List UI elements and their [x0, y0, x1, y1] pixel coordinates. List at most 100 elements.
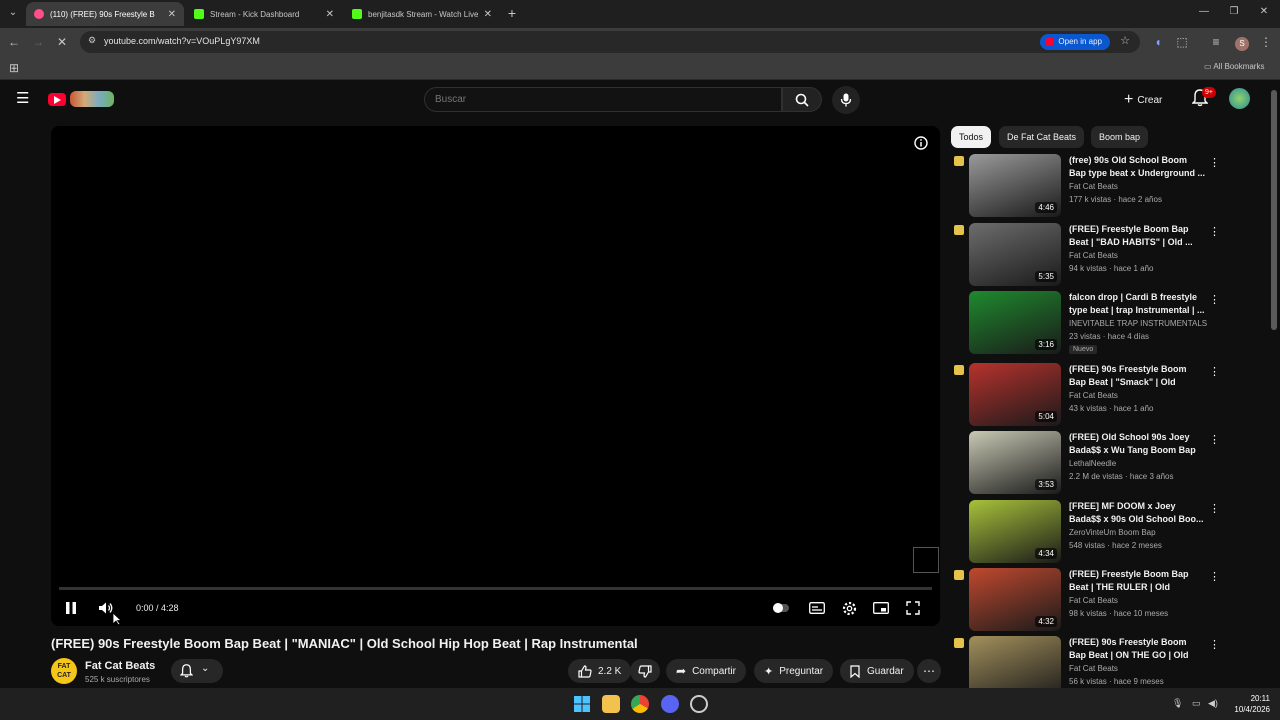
back-icon[interactable]: ←: [6, 34, 22, 50]
network-icon[interactable]: ▭: [1192, 698, 1201, 709]
system-clock[interactable]: 20:11 10/4/2026: [1234, 693, 1270, 715]
search-button[interactable]: [782, 87, 822, 112]
save-button[interactable]: Guardar: [840, 659, 914, 683]
video-thumbnail[interactable]: 5:04: [969, 363, 1061, 426]
browser-tab-kick-stream[interactable]: benjitasdk Stream - Watch Live ✕: [344, 2, 500, 26]
minimize-icon[interactable]: —: [1196, 6, 1212, 17]
recommendation-item[interactable]: 4:32 (FREE) Freestyle Boom Bap Beat | THE…: [951, 568, 1221, 632]
open-in-app-button[interactable]: Open in app: [1040, 34, 1110, 50]
speaker-tray-icon[interactable]: ◀): [1208, 698, 1218, 709]
progress-bar[interactable]: [59, 587, 932, 590]
settings-button[interactable]: [839, 598, 859, 618]
recommendation-title[interactable]: (FREE) Freestyle Boom Bap Beat | "BAD HA…: [1069, 223, 1205, 249]
microphone-tray-icon[interactable]: 🎙: [1172, 698, 1183, 709]
recommendation-channel[interactable]: ZeroVinteUm Boom Bap: [1069, 528, 1156, 537]
all-bookmarks-button[interactable]: ▭ All Bookmarks: [1204, 62, 1264, 71]
youtube-doodle-logo[interactable]: [48, 91, 114, 107]
close-window-icon[interactable]: ✕: [1256, 6, 1272, 17]
recommendation-title[interactable]: (FREE) Freestyle Boom Bap Beat | THE RUL…: [1069, 568, 1205, 594]
video-player[interactable]: 0:00 / 4:28: [51, 126, 940, 626]
channel-name[interactable]: Fat Cat Beats: [85, 660, 155, 672]
create-button[interactable]: + Crear: [1124, 89, 1162, 111]
discord-icon[interactable]: [661, 695, 679, 713]
recommendation-channel[interactable]: Fat Cat Beats: [1069, 596, 1118, 605]
recommendation-channel[interactable]: Fat Cat Beats: [1069, 182, 1118, 191]
bookmark-star-icon[interactable]: ☆: [1120, 34, 1130, 47]
recommendation-title[interactable]: (free) 90s Old School Boom Bap type beat…: [1069, 154, 1205, 180]
miniplayer-button[interactable]: [871, 598, 891, 618]
url-text[interactable]: youtube.com/watch?v=VOuPLgY97XM: [104, 36, 260, 46]
close-tab-icon[interactable]: ✕: [168, 9, 176, 20]
chip-todos[interactable]: Todos: [951, 126, 992, 148]
close-tab-icon[interactable]: ✕: [326, 9, 334, 20]
dislike-button[interactable]: [630, 659, 660, 683]
extensions-puzzle-icon[interactable]: ⬚: [1174, 34, 1190, 50]
close-tab-icon[interactable]: ✕: [484, 9, 492, 20]
more-vert-icon[interactable]: ⋮: [1209, 638, 1220, 651]
account-avatar[interactable]: [1229, 88, 1250, 109]
recommendation-channel[interactable]: INEVITABLE TRAP INSTRUMENTALS: [1069, 319, 1207, 328]
recommendation-item[interactable]: 5:04 (FREE) 90s Freestyle Boom Bap Beat |…: [951, 363, 1221, 427]
more-vert-icon[interactable]: ⋮: [1209, 225, 1220, 238]
apps-grid-icon[interactable]: ⊞: [6, 60, 22, 76]
obs-icon[interactable]: [690, 695, 708, 713]
restore-icon[interactable]: ❐: [1226, 6, 1242, 17]
recommendation-title[interactable]: [FREE] MF DOOM x Joey Bada$$ x 90s Old S…: [1069, 500, 1205, 526]
subscription-notifications-button[interactable]: ⌄: [171, 659, 223, 683]
chrome-icon[interactable]: [631, 695, 649, 713]
page-scrollbar[interactable]: [1271, 90, 1277, 330]
recommendation-channel[interactable]: LethalNeedle: [1069, 459, 1116, 468]
more-vert-icon[interactable]: ⋮: [1209, 502, 1220, 515]
more-actions-button[interactable]: ⋯: [917, 659, 941, 683]
forward-icon[interactable]: →: [30, 34, 46, 50]
recommendation-title[interactable]: (FREE) 90s Freestyle Boom Bap Beat | ON …: [1069, 636, 1205, 662]
profile-avatar-icon[interactable]: S: [1235, 37, 1249, 51]
more-vert-icon[interactable]: ⋮: [1209, 433, 1220, 446]
pause-button[interactable]: [61, 598, 81, 618]
recommendation-item[interactable]: 5:35 (FREE) Freestyle Boom Bap Beat | "BA…: [951, 223, 1221, 287]
tab-groups-icon[interactable]: ≡: [1208, 34, 1224, 50]
recommendation-title[interactable]: (FREE) 90s Freestyle Boom Bap Beat | "Sm…: [1069, 363, 1205, 389]
more-vert-icon[interactable]: ⋮: [1209, 365, 1220, 378]
recommendation-item[interactable]: 3:16 falcon drop | Cardi B freestyle type…: [951, 291, 1221, 355]
recommendation-item[interactable]: 4:34 [FREE] MF DOOM x Joey Bada$$ x 90s O…: [951, 500, 1221, 564]
more-vert-icon[interactable]: ⋮: [1209, 570, 1220, 583]
video-thumbnail[interactable]: 5:35: [969, 223, 1061, 286]
video-thumbnail[interactable]: 3:16: [969, 291, 1061, 354]
site-info-icon[interactable]: ⚙: [88, 35, 96, 46]
info-button[interactable]: [914, 136, 928, 155]
browser-tab-kick-dashboard[interactable]: Stream - Kick Dashboard ✕: [186, 2, 342, 26]
video-thumbnail[interactable]: 3:53: [969, 431, 1061, 494]
ask-button[interactable]: ✦ Preguntar: [754, 659, 834, 683]
subtitles-button[interactable]: [807, 598, 827, 618]
recommendation-channel[interactable]: Fat Cat Beats: [1069, 251, 1118, 260]
recommendation-item[interactable]: 3:53 (FREE) Old School 90s Joey Bada$$ x …: [951, 431, 1221, 495]
extension-icon[interactable]: ◖: [1150, 34, 1166, 50]
chip-de-fat-cat-beats[interactable]: De Fat Cat Beats: [999, 126, 1085, 148]
browser-tab-youtube[interactable]: (110) (FREE) 90s Freestyle B ✕: [26, 2, 184, 26]
recommendation-title[interactable]: (FREE) Old School 90s Joey Bada$$ x Wu T…: [1069, 431, 1205, 457]
more-vert-icon[interactable]: ⋮: [1209, 293, 1220, 306]
voice-search-button[interactable]: [832, 86, 860, 114]
recommendation-item[interactable]: 4:46 (free) 90s Old School Boom Bap type …: [951, 154, 1221, 218]
guide-menu-icon[interactable]: ☰: [16, 91, 29, 106]
new-tab-button[interactable]: +: [504, 5, 520, 21]
tab-search-icon[interactable]: ⌄: [4, 4, 22, 22]
video-thumbnail[interactable]: 4:46: [969, 154, 1061, 217]
search-input[interactable]: [425, 88, 781, 111]
channel-avatar[interactable]: FAT CAT: [51, 658, 77, 684]
recommendation-channel[interactable]: Fat Cat Beats: [1069, 664, 1118, 673]
chip-boom-bap[interactable]: Boom bap: [1091, 126, 1149, 148]
recommendation-title[interactable]: falcon drop | Cardi B freestyle type bea…: [1069, 291, 1205, 317]
autoplay-toggle[interactable]: [771, 598, 791, 618]
fullscreen-button[interactable]: [903, 598, 923, 618]
video-thumbnail[interactable]: 4:34: [969, 500, 1061, 563]
video-thumbnail[interactable]: 4:32: [969, 568, 1061, 631]
file-explorer-icon[interactable]: [602, 695, 620, 713]
notifications-button[interactable]: 9+: [1191, 87, 1216, 109]
endscreen-thumbnail[interactable]: [913, 547, 939, 573]
browser-menu-icon[interactable]: ⋮: [1258, 34, 1274, 50]
recommendation-channel[interactable]: Fat Cat Beats: [1069, 391, 1118, 400]
share-button[interactable]: ➦ Compartir: [666, 659, 746, 683]
omnibox[interactable]: ⚙ youtube.com/watch?v=VOuPLgY97XM Open i…: [80, 31, 1140, 53]
